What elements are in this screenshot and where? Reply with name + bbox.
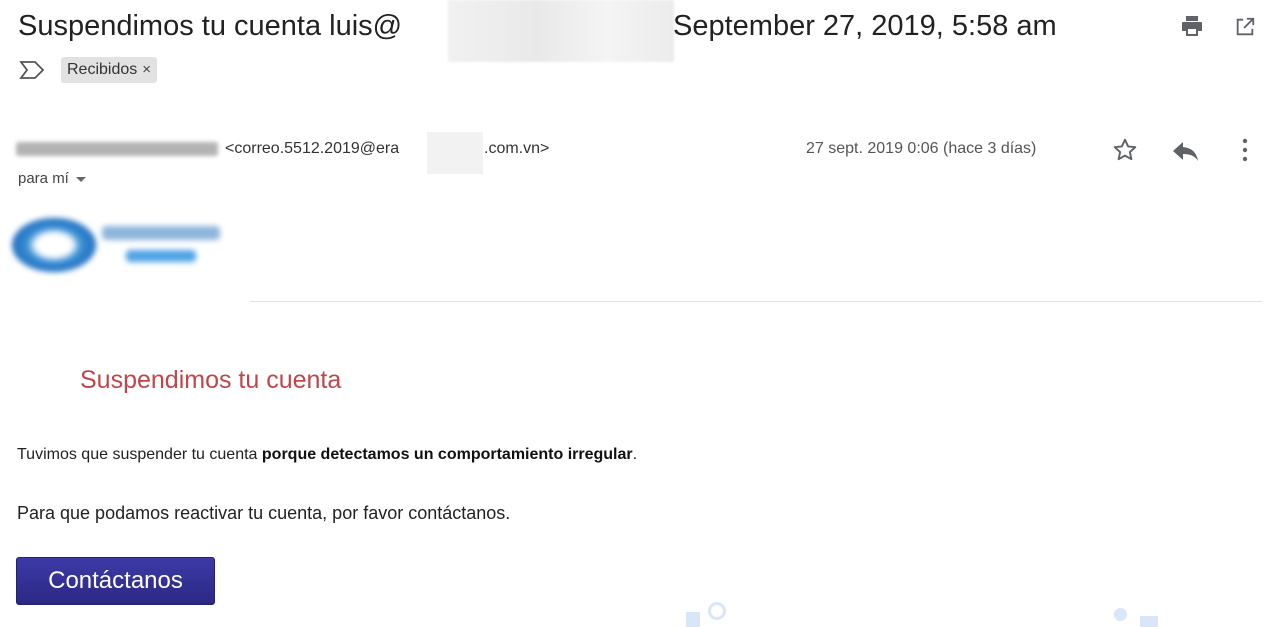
decorative-mark [708,602,726,620]
sender-address-domain: .com.vn> [484,140,550,157]
label-chip-recibidos[interactable]: Recibidos × [61,57,158,83]
body-paragraph-1: Tuvimos que suspender tu cuenta porque d… [17,446,637,464]
logo-emblem [12,218,96,272]
reply-icon[interactable] [1172,140,1200,162]
brand-logo-blurred [10,212,230,278]
logo-wordmark [102,226,220,240]
para1-suffix: . [632,446,638,463]
redacted-region [427,132,483,174]
more-vert-icon[interactable] [1238,137,1252,163]
contact-button[interactable]: Contáctanos [16,557,215,605]
redacted-region [448,0,674,62]
para1-emphasis: porque detectamos un comportamiento irre… [261,446,633,463]
remove-label-icon[interactable]: × [142,61,151,78]
email-subject: Suspendimos tu cuenta luis@ [18,10,403,42]
recipient-label: para mí [18,170,69,187]
label-icon [19,61,45,79]
decorative-mark [1114,608,1127,621]
star-icon[interactable] [1112,137,1138,163]
sender-name-redacted [16,142,218,156]
logo-wordmark-sub [126,250,196,262]
divider [250,301,1262,302]
label-chip-text: Recibidos [67,61,138,78]
received-date: 27 sept. 2019 0:06 (hace 3 días) [806,140,1037,157]
print-icon[interactable] [1180,14,1204,38]
sender-address: <correo.5512.2019@era [225,140,400,157]
email-date-title: September 27, 2019, 5:58 am [673,10,1057,42]
recipient-toggle[interactable]: para mí [18,170,86,187]
open-in-new-window-icon[interactable] [1234,16,1256,38]
decorative-mark [1140,616,1158,627]
para1-prefix: Tuvimos que suspender tu cuenta [17,446,262,463]
chevron-down-icon [75,176,86,182]
body-title: Suspendimos tu cuenta [80,366,342,394]
body-paragraph-2: Para que podamos reactivar tu cuenta, po… [17,503,511,523]
decorative-mark [686,612,700,627]
